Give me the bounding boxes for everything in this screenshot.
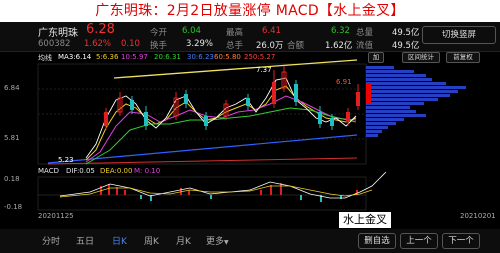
tab-daily-k[interactable]: 日K [112, 234, 127, 247]
dea-line [59, 185, 373, 198]
price-axis-label: 5.81 [4, 134, 20, 142]
previous-stock-button[interactable]: 上一个 [400, 233, 438, 249]
golden-cross-callout: 水上金叉 [339, 212, 391, 228]
dif-value: DIF:0.05 [66, 167, 95, 175]
kline-chart[interactable]: 6.84 5.81 5.23 7.37 6.91 0.18 -0.18 [0, 0, 500, 253]
macd-legend: MACD DIF:0.05 DEA:0.00 M: 0.10 [0, 166, 365, 177]
macd-axis-bottom: -0.18 [4, 203, 22, 211]
dea-value: DEA:0.00 [100, 167, 133, 175]
remove-watchlist-button[interactable]: 删自选 [358, 233, 396, 249]
current-price-marker [366, 84, 371, 104]
price-axis-label: 6.84 [4, 84, 20, 92]
top-price-label: 6.91 [336, 78, 352, 86]
start-date: 20201125 [38, 212, 74, 220]
tab-intraday[interactable]: 分时 [42, 234, 60, 247]
trend-line-upper [113, 59, 358, 79]
chevron-down-icon: ▼ [224, 239, 229, 246]
period-tab-bar: 分时 五日 日K 周K 月K 更多▼ 删自选 上一个 下一个 [0, 229, 500, 253]
macd-selector[interactable]: MACD [38, 167, 59, 175]
ma10-line [85, 95, 357, 163]
macd-panel-frame [37, 176, 367, 211]
tab-weekly-k[interactable]: 周K [144, 234, 159, 247]
tab-more-label: 更多 [206, 237, 225, 247]
tab-more[interactable]: 更多▼ [206, 234, 229, 247]
macd-m-value: M: 0.10 [134, 167, 161, 175]
volume-profile [366, 66, 466, 137]
tab-five-day[interactable]: 五日 [76, 234, 94, 247]
ma5-line [85, 85, 357, 161]
end-date: 20210201 [460, 212, 496, 220]
tab-monthly-k[interactable]: 月K [176, 234, 191, 247]
next-stock-button[interactable]: 下一个 [442, 233, 480, 249]
peak-price-label: 7.37 [256, 66, 272, 74]
low-price-label: 5.23 [58, 156, 74, 164]
